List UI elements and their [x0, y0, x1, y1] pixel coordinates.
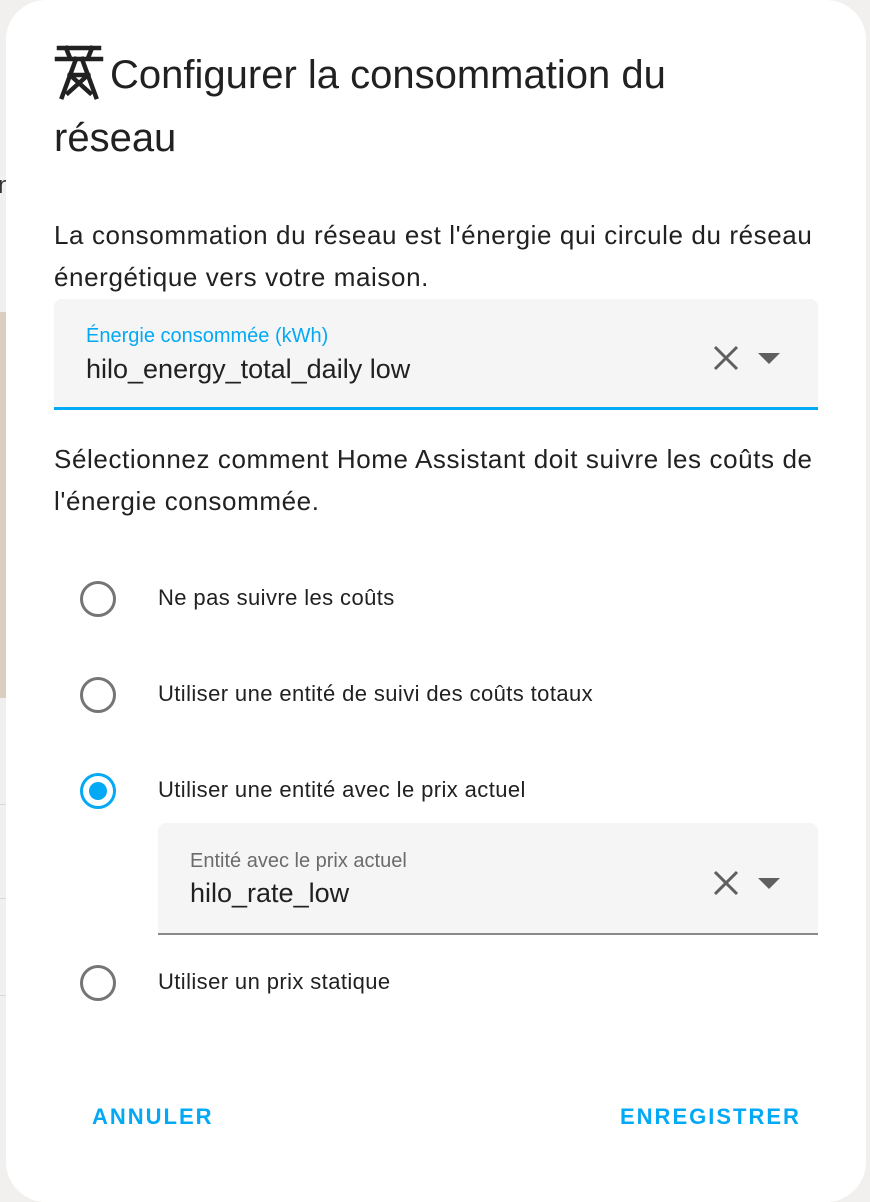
radio-label: Utiliser un prix statique: [158, 969, 391, 994]
radio-label: Utiliser une entité avec le prix actuel: [158, 777, 526, 802]
energy-consumed-label: Énergie consommée (kWh): [86, 325, 329, 347]
radio-button-selected[interactable]: [80, 773, 116, 809]
cost-tracking-prompt: Sélectionnez comment Home Assistant doit…: [54, 444, 813, 516]
energy-consumed-field[interactable]: Énergie consommée (kWh) hilo_energy_tota…: [54, 299, 818, 410]
radio-button[interactable]: [80, 581, 116, 617]
radio-button[interactable]: [80, 677, 116, 713]
clear-icon[interactable]: [712, 344, 740, 372]
radio-option-total-cost-entity[interactable]: Utiliser une entité de suivi des coûts t…: [80, 675, 820, 725]
dialog-title-text: Configurer la consommation du réseau: [54, 53, 666, 160]
clear-icon[interactable]: [712, 869, 740, 897]
cancel-button[interactable]: ANNULER: [82, 1100, 224, 1134]
radio-option-no-cost[interactable]: Ne pas suivre les coûts: [80, 579, 820, 629]
grid-consumption-dialog: Configurer la consommation du réseau La …: [6, 0, 866, 1202]
price-entity-label: Entité avec le prix actuel: [190, 850, 407, 872]
price-entity-field[interactable]: Entité avec le prix actuel hilo_rate_low: [158, 823, 818, 935]
dialog-title: Configurer la consommation du réseau: [54, 44, 794, 170]
radio-option-static-price[interactable]: Utiliser un prix statique: [80, 963, 820, 1013]
price-entity-value: hilo_rate_low: [190, 878, 350, 908]
radio-option-current-price-entity[interactable]: Utiliser une entité avec le prix actuel: [80, 771, 820, 821]
chevron-down-icon[interactable]: [758, 876, 780, 890]
radio-label: Utiliser une entité de suivi des coûts t…: [158, 681, 594, 706]
save-button[interactable]: ENREGISTRER: [610, 1100, 811, 1134]
energy-consumed-value: hilo_energy_total_daily low: [86, 354, 411, 384]
radio-label: Ne pas suivre les coûts: [158, 585, 395, 610]
dialog-intro: La consommation du réseau est l'énergie …: [54, 220, 813, 292]
radio-button[interactable]: [80, 965, 116, 1001]
transmission-tower-icon: [54, 45, 104, 100]
chevron-down-icon[interactable]: [758, 351, 780, 365]
